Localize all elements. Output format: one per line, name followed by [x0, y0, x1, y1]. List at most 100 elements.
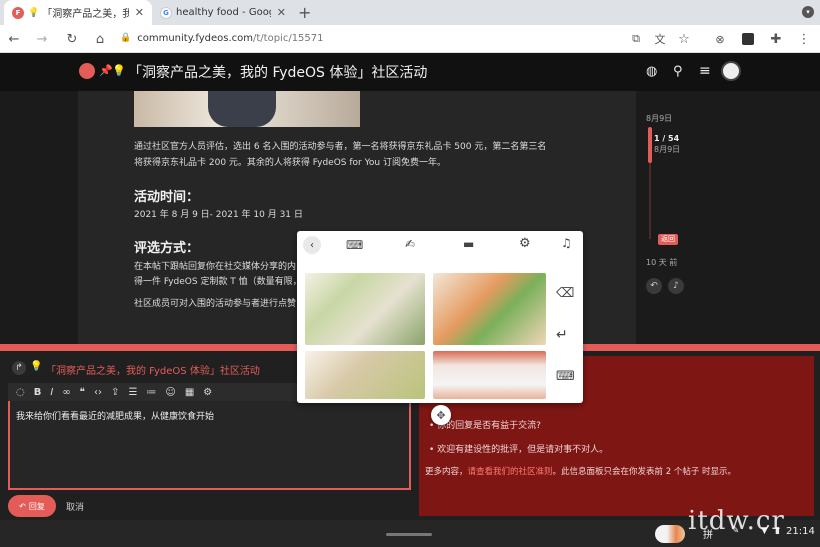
forward-icon[interactable]: →	[32, 29, 52, 49]
handwriting-icon[interactable]: ✍	[405, 237, 415, 251]
browser-toolbar: ← → ↻ ⌂ 🔒 community.fydeos.com/t/topic/1…	[0, 25, 820, 53]
timeline-position: 1 / 54	[654, 134, 680, 143]
backspace-icon[interactable]: ⌫	[556, 286, 574, 301]
address-bar[interactable]: 🔒 community.fydeos.com/t/topic/15571	[120, 27, 700, 49]
reply-button[interactable]: ↶ 回复	[8, 495, 56, 517]
code-icon[interactable]: ‹›	[94, 387, 102, 398]
reply-arrow-icon[interactable]: ↱	[12, 361, 26, 375]
reply-button-label: 回复	[28, 501, 45, 511]
bullet-list-icon[interactable]: ☰	[128, 387, 137, 398]
forum-header: 📌 💡 「洞察产品之美，我的 FydeOS 体验」社区活动 ◍ ⚲ ≡	[0, 53, 820, 91]
topic-title[interactable]: 「洞察产品之美，我的 FydeOS 体验」社区活动	[128, 62, 427, 82]
new-tab-icon[interactable]: +	[298, 3, 311, 22]
tab-fydeos[interactable]: F 💡 「洞察产品之美，我的 F ✕	[4, 0, 152, 25]
hide-keyboard-icon[interactable]: ⌨	[556, 369, 575, 384]
reply-to-title[interactable]: 「洞察产品之美，我的 FydeOS 体验」社区活动	[46, 362, 260, 377]
tab-title: healthy food - Google Search	[176, 7, 271, 18]
guidance-bullet: • 欢迎有建设性的批评，但是请对事不对人。	[429, 445, 609, 455]
timeline-ago: 10 天 前	[646, 258, 678, 267]
fydeos-favicon-icon: F	[12, 6, 24, 19]
left-gutter	[0, 91, 78, 351]
dock-keyboard-icon[interactable]: ▬	[463, 237, 474, 251]
guidance-more-prefix: 更多内容，	[425, 467, 468, 477]
cancel-button[interactable]: 取消	[66, 500, 84, 513]
tote-holding-space-icon[interactable]	[655, 525, 685, 543]
numbered-list-icon[interactable]: ≔	[146, 387, 156, 398]
globe-icon[interactable]: ◍	[646, 64, 657, 79]
close-tab-icon[interactable]: ✕	[135, 6, 144, 19]
gear-icon[interactable]: ⚙	[203, 387, 212, 398]
reply-textarea[interactable]: 我来给你们看看最近的减肥成果，从健康饮食开始	[8, 401, 411, 490]
keyboard-back-icon[interactable]: ‹	[303, 236, 321, 254]
bell-icon[interactable]: ♪	[668, 278, 684, 294]
avatar[interactable]	[721, 61, 741, 81]
time-heading: 活动时间：	[134, 190, 200, 205]
post-paragraph: 通过社区官方人员评估，选出 6 名入围的活动参与者，第一名将获得京东礼品卡 50…	[134, 142, 547, 168]
bulb-icon: 💡	[112, 64, 126, 77]
image-thumbnail[interactable]	[305, 273, 425, 345]
address-domain: community.fydeos.com	[137, 32, 253, 44]
guidance-more-suffix: 。此信息面板只会在你发表前 2 个帖子 时显示。	[552, 467, 737, 477]
bulb-icon: 💡	[28, 7, 40, 18]
bookmark-star-icon[interactable]: ☆	[674, 29, 694, 49]
post-image	[134, 91, 360, 127]
open-in-window-icon[interactable]: ⧉	[626, 29, 646, 49]
lock-icon: 🔒	[120, 33, 132, 43]
emoji-icon[interactable]: ☺	[165, 387, 175, 398]
rule-line: 在本帖下跟帖回复你在社交媒体分享的内	[134, 262, 297, 272]
clock[interactable]: 21:14	[786, 526, 815, 537]
timeline-position-date: 8月9日	[654, 145, 681, 154]
translate-icon[interactable]: 文	[650, 29, 670, 49]
close-tab-icon[interactable]: ✕	[277, 6, 286, 19]
watermark: itdw.cr	[688, 506, 785, 536]
home-bar[interactable]	[386, 533, 432, 536]
keyboard-icon[interactable]: ⌨	[346, 238, 363, 252]
extensions-puzzle-icon[interactable]: ✚	[766, 29, 786, 49]
italic-icon[interactable]: I	[50, 387, 53, 398]
image-thumbnail[interactable]	[433, 273, 546, 345]
enter-icon[interactable]: ↵	[556, 327, 568, 343]
speech-bubble-icon[interactable]: ◌	[16, 387, 25, 398]
topic-timeline: 8月9日 1 / 54 8月9日 返回 10 天 前 ↶ ♪	[640, 91, 820, 344]
reply-body: 我来给你们看看最近的减肥成果，从健康饮食开始	[16, 412, 215, 422]
virtual-keyboard-panel: ‹ ⌨ ✍ ▬ ⚙ ♫ ⌫ ↵ ⌨	[297, 231, 583, 403]
upload-icon[interactable]: ⇪	[111, 387, 119, 398]
more-menu-icon[interactable]: ⋮	[794, 29, 814, 49]
keyboard-move-handle-icon[interactable]: ✥	[431, 405, 451, 425]
guidance-more: 更多内容，请查看我们的社区准则。此信息面板只会在你发表前 2 个帖子 时显示。	[425, 465, 736, 477]
guidance-bullet-text: 欢迎有建设性的批评，但是请对事不对人。	[437, 445, 609, 455]
reload-icon[interactable]: ↻	[62, 29, 82, 49]
bold-icon[interactable]: B	[34, 387, 42, 398]
keyboard-settings-icon[interactable]: ⚙	[519, 236, 531, 251]
rule-line: 社区成员可对入围的活动参与者进行点赞	[134, 299, 297, 309]
hamburger-menu-icon[interactable]: ≡	[699, 63, 711, 79]
microphone-icon[interactable]: ♫	[561, 236, 572, 250]
guidelines-link[interactable]: 请查看我们的社区准则	[468, 467, 553, 477]
tab-strip: F 💡 「洞察产品之美，我的 F ✕ G healthy food - Goog…	[0, 0, 820, 25]
calendar-icon[interactable]: ▦	[185, 387, 194, 398]
tab-google[interactable]: G healthy food - Google Search ✕	[152, 0, 294, 25]
rule-line: 得一件 FydeOS 定制款 T 恤（数量有限，	[134, 277, 302, 287]
address-path: /t/topic/15571	[253, 32, 324, 44]
home-icon[interactable]: ⌂	[90, 29, 110, 49]
fydeos-logo-icon[interactable]	[79, 63, 95, 79]
pin-icon: 📌	[99, 64, 113, 77]
extension-shield-icon[interactable]: ⊗	[710, 29, 730, 49]
rule-heading: 评选方式：	[134, 241, 200, 256]
search-icon[interactable]: ⚲	[673, 64, 683, 79]
link-icon[interactable]: ∞	[62, 387, 70, 398]
tab-search-icon[interactable]: ▾	[802, 6, 814, 18]
timeline-start-date[interactable]: 8月9日	[646, 113, 672, 124]
reply-icon[interactable]: ↶	[646, 278, 662, 294]
timeline-handle[interactable]	[648, 127, 652, 163]
reply-icon: ↶	[19, 501, 26, 511]
guidance-bullet-text: 你的回复是否有益于交流?	[437, 421, 541, 431]
extension-app-icon[interactable]	[738, 29, 758, 49]
image-thumbnail[interactable]	[305, 351, 425, 399]
quote-icon[interactable]: ❝	[80, 387, 85, 398]
time-value: 2021 年 8 月 9 日- 2021 年 10 月 31 日	[134, 210, 303, 220]
back-icon[interactable]: ←	[4, 29, 24, 49]
timeline-back-button[interactable]: 返回	[658, 234, 678, 245]
person-figure	[208, 91, 276, 127]
image-thumbnail[interactable]	[433, 351, 546, 399]
